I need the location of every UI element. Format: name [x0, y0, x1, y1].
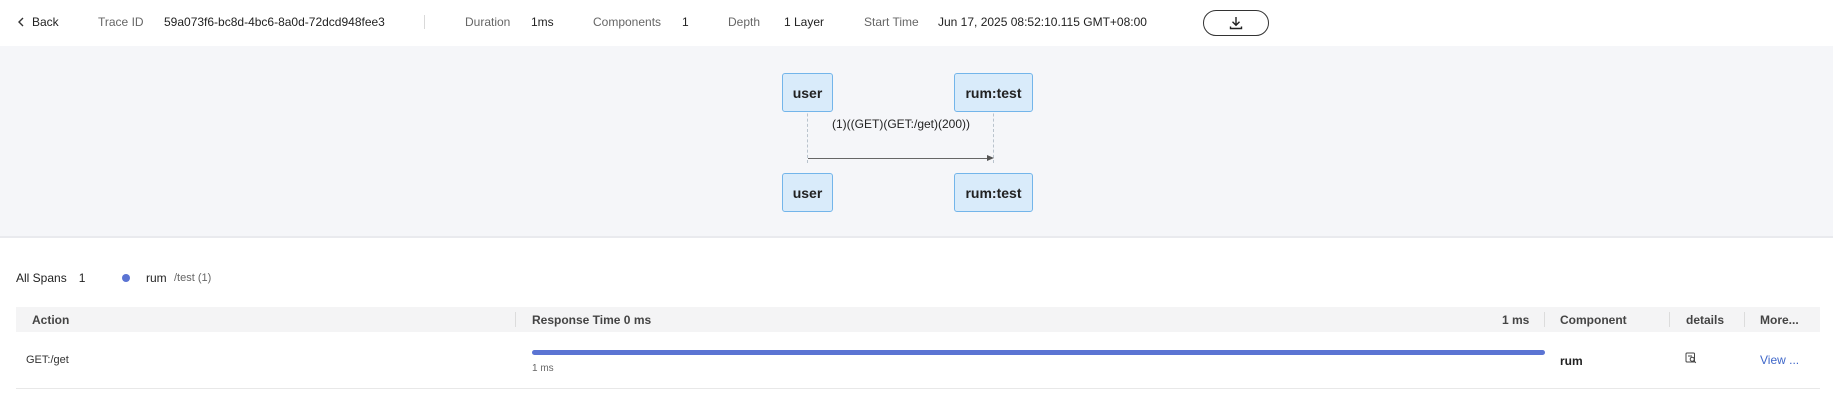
- col-component[interactable]: Component: [1560, 313, 1627, 327]
- start-time-value: Jun 17, 2025 08:52:10.115 GMT+08:00: [938, 15, 1147, 29]
- col-separator[interactable]: [1744, 312, 1745, 327]
- actor-user-bottom[interactable]: user: [782, 173, 833, 212]
- chevron-left-icon: [18, 17, 24, 27]
- components-value: 1: [682, 15, 689, 29]
- components-label: Components: [593, 15, 662, 29]
- details-search-icon[interactable]: [1685, 351, 1697, 369]
- col-more: More...: [1760, 313, 1799, 327]
- response-time-bar: [532, 350, 1545, 355]
- col-details: details: [1686, 313, 1725, 327]
- back-label: Back: [32, 15, 59, 29]
- service-dot: [122, 274, 130, 282]
- response-time-track: [532, 350, 1545, 355]
- actor-rum-test-bottom[interactable]: rum:test: [954, 173, 1033, 212]
- col-response-time[interactable]: Response Time 0 ms: [532, 313, 651, 327]
- header-divider: [424, 15, 425, 29]
- sequence-diagram: user rum:test user rum:test (1)((GET)(GE…: [0, 46, 1833, 238]
- back-button[interactable]: Back: [16, 13, 59, 31]
- actor-user-top[interactable]: user: [782, 73, 833, 112]
- col-separator[interactable]: [1669, 312, 1670, 327]
- message-label[interactable]: (1)((GET)(GET:/get)(200)): [832, 117, 970, 131]
- start-time-label: Start Time: [864, 15, 919, 29]
- download-button[interactable]: [1203, 10, 1269, 36]
- table-row[interactable]: GET:/get 1 ms rum View ...: [16, 332, 1820, 389]
- service-name[interactable]: rum: [146, 271, 167, 285]
- view-more-link[interactable]: View ...: [1760, 353, 1799, 367]
- message-arrowhead: [987, 155, 994, 161]
- col-separator[interactable]: [515, 312, 516, 327]
- all-spans-label: All Spans: [16, 271, 67, 285]
- service-path: /test (1): [174, 272, 212, 284]
- spans-table-header: Action Response Time 0 ms 1 ms Component…: [16, 307, 1820, 332]
- spans-summary: All Spans 1: [16, 270, 85, 286]
- duration-value: 1ms: [531, 15, 554, 29]
- col-action[interactable]: Action: [32, 313, 69, 327]
- download-icon: [1229, 17, 1243, 30]
- row-action: GET:/get: [26, 354, 69, 366]
- col-separator[interactable]: [1544, 312, 1545, 327]
- depth-value: 1 Layer: [784, 15, 825, 29]
- depth-label: Depth: [728, 15, 761, 29]
- response-time-value: 1 ms: [532, 363, 554, 374]
- message-line: [808, 158, 987, 159]
- trace-id-label: Trace ID: [98, 15, 144, 29]
- all-spans-count: 1: [78, 271, 86, 285]
- actor-rum-test-top[interactable]: rum:test: [954, 73, 1033, 112]
- duration-label: Duration: [465, 15, 511, 29]
- trace-id-value: 59a073f6-bc8d-4bc6-8a0d-72dcd948fee3: [164, 15, 385, 29]
- col-response-time-max: 1 ms: [1502, 313, 1530, 327]
- trace-header: Back Trace ID 59a073f6-bc8d-4bc6-8a0d-72…: [0, 0, 1833, 46]
- row-component: rum: [1560, 354, 1583, 368]
